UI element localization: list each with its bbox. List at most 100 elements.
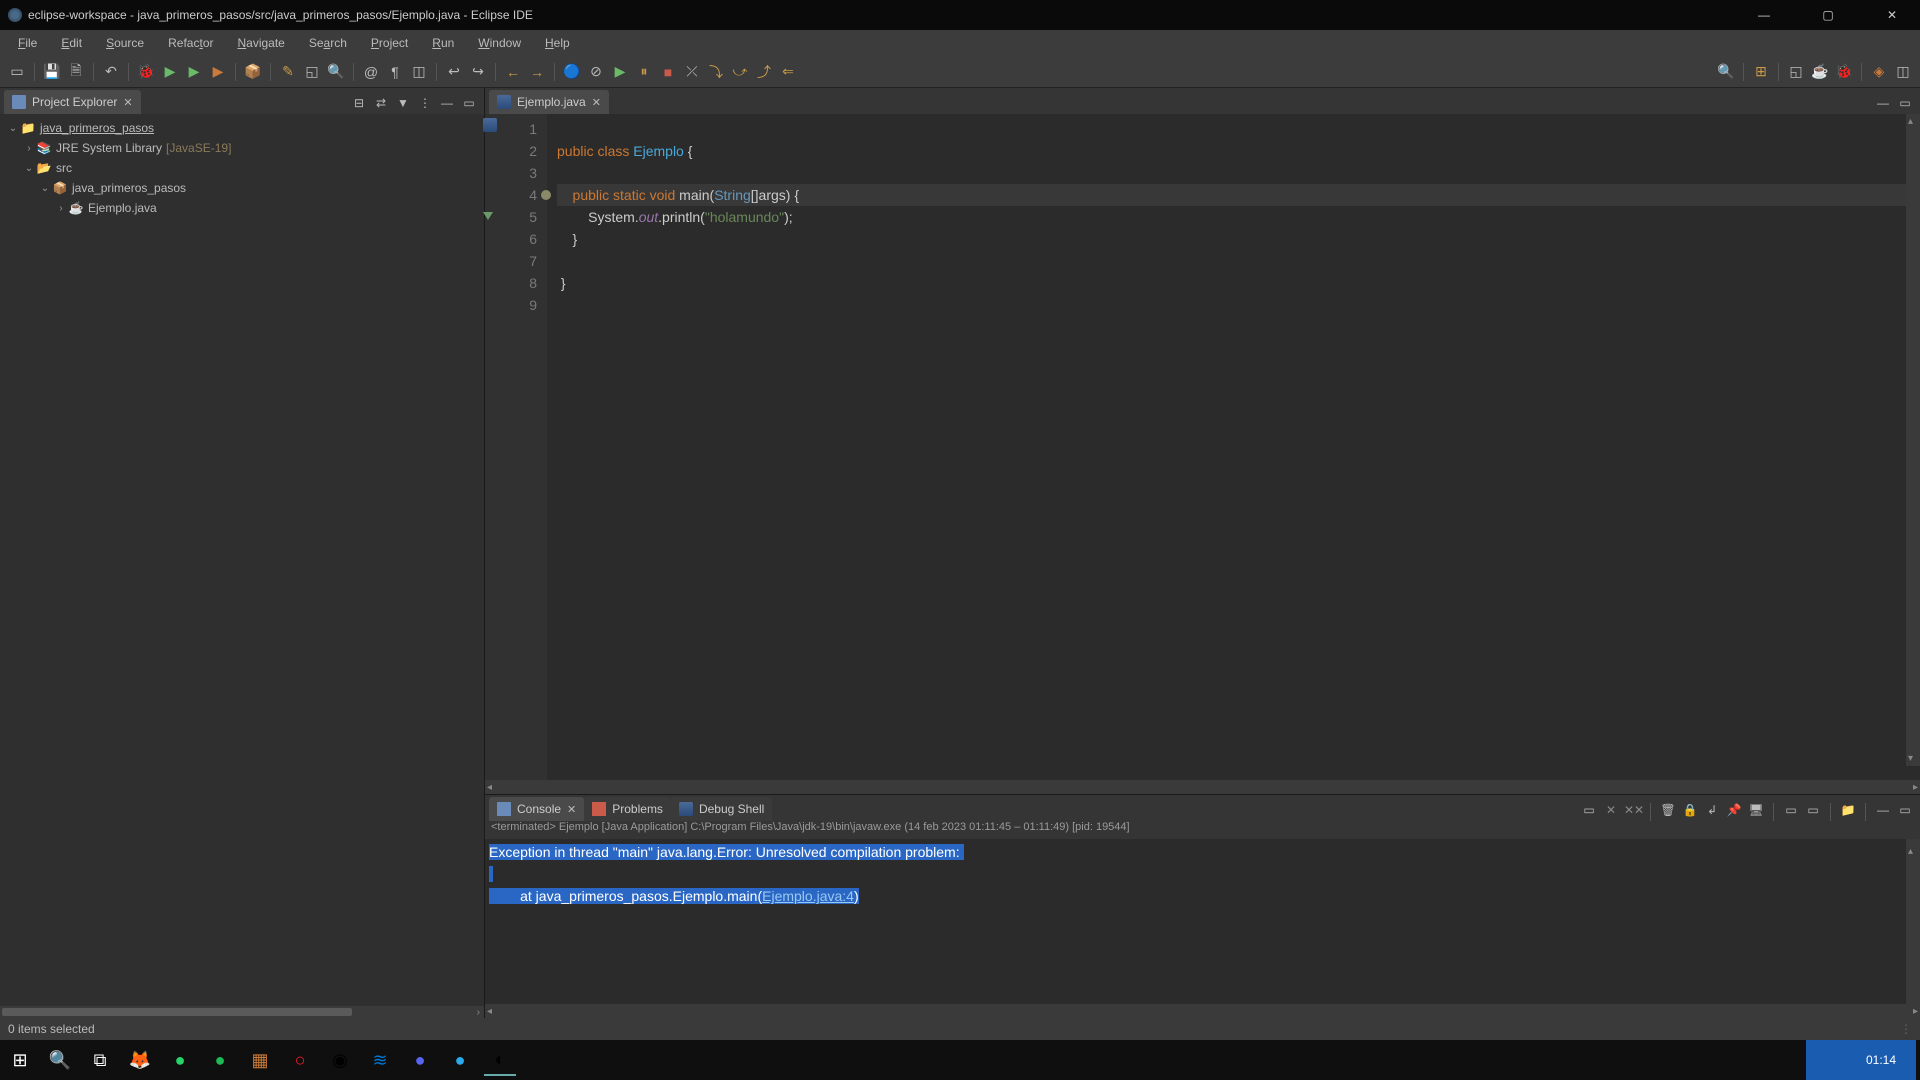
menu-file[interactable]: File [8, 32, 47, 54]
project-tree[interactable]: ⌄ 📁 java_primeros_pasos › 📚 JRE System L… [0, 114, 484, 1006]
spotify-icon[interactable]: ● [204, 1044, 236, 1076]
new-package-icon[interactable]: 📦 [242, 61, 264, 83]
scrollbar-thumb[interactable] [2, 1008, 352, 1016]
minimize-view-icon[interactable]: — [438, 96, 456, 114]
code-area[interactable]: public class Ejemplo { public static voi… [547, 114, 1920, 780]
terminal-icon[interactable]: ▭ [1580, 803, 1598, 821]
problems-tab[interactable]: Problems [584, 797, 671, 821]
save-icon[interactable]: 💾 [41, 61, 63, 83]
close-button[interactable]: ✕ [1872, 8, 1912, 22]
menu-project[interactable]: Project [361, 32, 418, 54]
perspective-plugin-icon[interactable]: ◱ [1785, 61, 1807, 83]
menu-search[interactable]: Search [299, 32, 357, 54]
toggle-mark-icon[interactable]: ◫ [408, 61, 430, 83]
remove-all-icon[interactable]: ✕✕ [1624, 803, 1642, 821]
close-icon[interactable]: ✕ [592, 96, 601, 109]
opera-icon[interactable]: ○ [284, 1044, 316, 1076]
menu-edit[interactable]: Edit [51, 32, 92, 54]
nav-prev-icon[interactable]: ↩ [443, 61, 465, 83]
start-button[interactable]: ⊞ [4, 1044, 36, 1076]
scroll-down-icon[interactable]: ▾ [1908, 753, 1913, 764]
forward-icon[interactable]: → [526, 61, 548, 83]
back-icon[interactable]: ← [502, 61, 524, 83]
scroll-lock-icon[interactable]: 🔒 [1681, 803, 1699, 821]
coverage-icon[interactable]: ▶ [183, 61, 205, 83]
sublime-icon[interactable]: ▦ [244, 1044, 276, 1076]
new-console-icon[interactable]: 📁 [1839, 803, 1857, 821]
save-all-icon[interactable]: 🗎 [65, 61, 87, 83]
disconnect-icon[interactable]: ⤫ [681, 61, 703, 83]
tree-package[interactable]: ⌄ 📦 java_primeros_pasos [2, 178, 482, 198]
editor-body[interactable]: 1 2 3 4 5 6 7 8 9 public class Ejemplo {… [485, 114, 1920, 780]
search-icon[interactable]: 🔍 [325, 61, 347, 83]
console-hscrollbar[interactable]: ◂ ▸ [485, 1004, 1920, 1018]
drop-frame-icon[interactable]: ⇐ [777, 61, 799, 83]
breakpoint-icon[interactable]: 🔵 [561, 61, 583, 83]
filter-icon[interactable]: ▼ [394, 96, 412, 114]
step-over-icon[interactable]: ⤻ [729, 61, 751, 83]
debug-icon[interactable]: 🐞 [135, 61, 157, 83]
clock[interactable]: 01:14 [1806, 1040, 1916, 1080]
firefox-icon[interactable]: 🦊 [124, 1044, 156, 1076]
scroll-up-icon[interactable]: ▴ [1908, 116, 1913, 127]
remove-launch-icon[interactable]: ✕ [1602, 803, 1620, 821]
open-console-icon[interactable]: ▭ [1804, 803, 1822, 821]
task-view-icon[interactable]: ⧉ [84, 1044, 116, 1076]
wand-icon[interactable]: ✎ [277, 61, 299, 83]
maximize-view-icon[interactable]: ▭ [460, 96, 478, 114]
stack-trace-link[interactable]: Ejemplo.java:4 [762, 888, 854, 904]
scroll-left-icon[interactable]: ◂ [487, 782, 492, 793]
clear-console-icon[interactable]: 🗑 [1659, 803, 1677, 821]
chevron-right-icon[interactable]: › [54, 203, 68, 214]
close-icon[interactable]: ✕ [567, 803, 576, 816]
editor-vscrollbar[interactable]: ▴ ▾ [1906, 114, 1920, 766]
minimize-view-icon[interactable]: — [1874, 96, 1892, 114]
maximize-view-icon[interactable]: ▭ [1896, 96, 1914, 114]
scroll-left-icon[interactable]: ◂ [487, 1006, 492, 1017]
minimize-button[interactable]: — [1744, 8, 1784, 22]
editor-hscrollbar[interactable]: ◂ ▸ [485, 780, 1920, 794]
perspective-java-icon[interactable]: ☕ [1809, 61, 1831, 83]
perspective-debug-icon[interactable]: 🐞 [1833, 61, 1855, 83]
menu-navigate[interactable]: Navigate [227, 32, 294, 54]
chevron-down-icon[interactable]: ⌄ [38, 183, 52, 194]
editor-tab[interactable]: Ejemplo.java ✕ [489, 90, 609, 114]
display-icon[interactable]: 🖥 [1747, 803, 1765, 821]
tree-project[interactable]: ⌄ 📁 java_primeros_pasos [2, 118, 482, 138]
search-icon[interactable]: 🔍 [44, 1044, 76, 1076]
whatsapp-icon[interactable]: ● [164, 1044, 196, 1076]
step-return-icon[interactable]: ⤴ [753, 61, 775, 83]
debug-shell-tab[interactable]: Debug Shell [671, 797, 772, 821]
tree-jre[interactable]: › 📚 JRE System Library [JavaSE-19] [2, 138, 482, 158]
sidebar-scrollbar[interactable]: › [0, 1006, 484, 1018]
menu-window[interactable]: Window [468, 32, 531, 54]
link-editor-icon[interactable]: ⇄ [372, 96, 390, 114]
menu-source[interactable]: Source [96, 32, 154, 54]
tree-src[interactable]: ⌄ 📂 src [2, 158, 482, 178]
menu-refactor[interactable]: Refactor [158, 32, 223, 54]
word-wrap-icon[interactable]: ↲ [1703, 803, 1721, 821]
telegram-icon[interactable]: ● [444, 1044, 476, 1076]
terminate-icon[interactable]: ■ [657, 61, 679, 83]
console-vscrollbar[interactable]: ▴ [1906, 839, 1920, 1004]
pilcrow-icon[interactable]: ¶ [384, 61, 406, 83]
menu-run[interactable]: Run [422, 32, 464, 54]
minimize-view-icon[interactable]: — [1874, 803, 1892, 821]
step-into-icon[interactable]: ⤵ [705, 61, 727, 83]
perspective-team-icon[interactable]: ◫ [1892, 61, 1914, 83]
chevron-down-icon[interactable]: ⌄ [6, 123, 20, 134]
maximize-view-icon[interactable]: ▭ [1896, 803, 1914, 821]
discord-icon[interactable]: ● [404, 1044, 436, 1076]
chrome-icon[interactable]: ◉ [324, 1044, 356, 1076]
pin-console-icon[interactable]: 📌 [1725, 803, 1743, 821]
new-icon[interactable]: ▭ [6, 61, 28, 83]
close-icon[interactable]: ✕ [123, 96, 132, 109]
nav-next-icon[interactable]: ↪ [467, 61, 489, 83]
project-explorer-tab[interactable]: Project Explorer ✕ [4, 90, 141, 114]
maximize-button[interactable]: ▢ [1808, 8, 1848, 22]
undo-icon[interactable]: ↶ [100, 61, 122, 83]
external-tools-icon[interactable]: ▶ [207, 61, 229, 83]
show-console-icon[interactable]: ▭ [1782, 803, 1800, 821]
run-icon[interactable]: ▶ [159, 61, 181, 83]
collapse-all-icon[interactable]: ⊟ [350, 96, 368, 114]
